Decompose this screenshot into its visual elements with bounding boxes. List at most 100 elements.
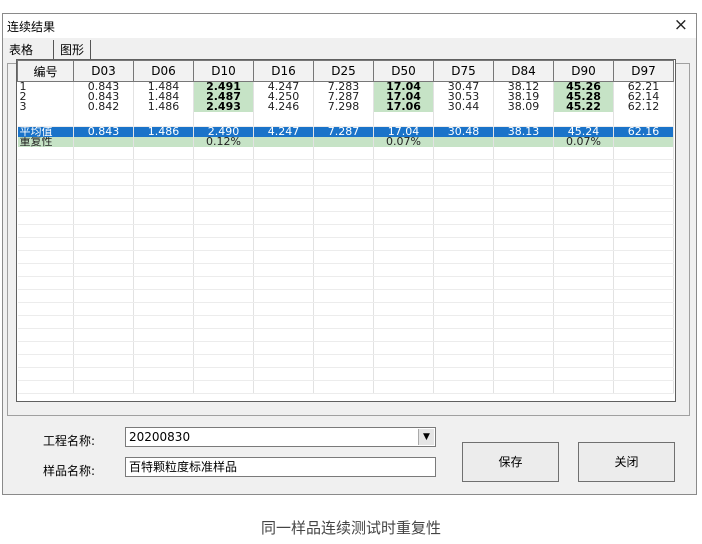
- empty-row: [17, 302, 674, 316]
- figure-caption: 同一样品连续测试时重复性: [260, 519, 441, 537]
- sample-name-field[interactable]: 百特颗粒度标准样品: [125, 457, 436, 477]
- empty-cell: [313, 328, 374, 342]
- chevron-down-icon[interactable]: ▼: [418, 429, 434, 445]
- empty-row: [17, 250, 674, 264]
- empty-cell: [553, 367, 614, 381]
- tab-chart[interactable]: 图形: [53, 40, 92, 61]
- table-cell: 17.04: [373, 126, 434, 137]
- empty-cell: [253, 250, 314, 264]
- table-cell: 38.09: [493, 102, 554, 112]
- col-header-d97[interactable]: D97: [613, 60, 674, 82]
- empty-cell: [133, 380, 194, 394]
- empty-cell: [193, 276, 254, 290]
- results-grid[interactable]: 编号 D03 D06 D10 D16 D25 D50 D75 D84 D90 D…: [16, 59, 676, 402]
- empty-cell: [433, 250, 494, 264]
- empty-cell: [373, 276, 434, 290]
- empty-cell: [253, 198, 314, 212]
- empty-cell: [613, 354, 674, 368]
- empty-cell: [133, 289, 194, 303]
- col-header-d75[interactable]: D75: [433, 60, 494, 82]
- average-row[interactable]: 平均值 0.843 1.486 2.490 4.247 7.287 17.04 30.48 38…: [17, 126, 674, 137]
- empty-cell: [193, 198, 254, 212]
- empty-cell: [253, 237, 314, 251]
- col-header-d90[interactable]: D90: [553, 60, 614, 82]
- empty-cell: [17, 367, 74, 381]
- table-cell: 0.07%: [373, 137, 434, 147]
- tab-table[interactable]: 表格: [5, 40, 38, 61]
- table-cell: 0.843: [73, 81, 134, 92]
- empty-cell: [193, 224, 254, 238]
- empty-cell: [193, 354, 254, 368]
- empty-cell: [373, 224, 434, 238]
- empty-cell: [553, 263, 614, 277]
- table-row[interactable]: 2 0.843 1.484 2.487 4.250 7.287 17.04 30.53 38.1…: [17, 92, 674, 102]
- empty-cell: [133, 263, 194, 277]
- empty-cell: [373, 380, 434, 394]
- table-cell: 7.298: [313, 102, 374, 112]
- empty-cell: [613, 237, 674, 251]
- empty-cell: [17, 185, 74, 199]
- empty-cell: [433, 380, 494, 394]
- table-cell: 38.19: [493, 92, 554, 102]
- table-cell: 1.484: [133, 92, 194, 102]
- empty-cell: [17, 315, 74, 329]
- empty-cell: [493, 289, 554, 303]
- table-cell: [493, 137, 554, 147]
- empty-cell: [493, 354, 554, 368]
- col-header-d10[interactable]: D10: [193, 60, 254, 82]
- table-row[interactable]: 3 0.842 1.486 2.493 4.246 7.298 17.06 30.44 38.0…: [17, 102, 674, 112]
- empty-cell: [373, 354, 434, 368]
- empty-cell: [73, 237, 134, 251]
- col-header-d84[interactable]: D84: [493, 60, 554, 82]
- empty-cell: [373, 172, 434, 186]
- empty-cell: [193, 237, 254, 251]
- col-header-d50[interactable]: D50: [373, 60, 434, 82]
- empty-cell: [73, 302, 134, 316]
- empty-cell: [313, 315, 374, 329]
- table-row[interactable]: 1 0.843 1.484 2.491 4.247 7.283 17.04 30.47 38.1…: [17, 81, 674, 92]
- col-header-d06[interactable]: D06: [133, 60, 194, 82]
- empty-row: [17, 276, 674, 290]
- col-header-d16[interactable]: D16: [253, 60, 314, 82]
- empty-cell: [133, 328, 194, 342]
- empty-cell: [253, 315, 314, 329]
- table-cell: 1.486: [133, 126, 194, 137]
- empty-cell: [17, 263, 74, 277]
- empty-cell: [613, 159, 674, 173]
- empty-cell: [313, 172, 374, 186]
- empty-row: [17, 380, 674, 394]
- col-header-d03[interactable]: D03: [73, 60, 134, 82]
- results-table: 编号 D03 D06 D10 D16 D25 D50 D75 D84 D90 D…: [17, 60, 674, 394]
- empty-cell: [433, 289, 494, 303]
- empty-cell: [553, 172, 614, 186]
- empty-cell: [253, 367, 314, 381]
- table-cell: 30.53: [433, 92, 494, 102]
- table-cell: 1.484: [133, 81, 194, 92]
- project-name-combo[interactable]: 20200830 ▼: [125, 427, 436, 447]
- empty-cell: [373, 211, 434, 225]
- empty-cell: [253, 147, 314, 160]
- sample-name-value: 百特颗粒度标准样品: [129, 460, 238, 474]
- empty-cell: [553, 302, 614, 316]
- empty-cell: [313, 380, 374, 394]
- empty-cell: [133, 172, 194, 186]
- empty-cell: [553, 159, 614, 173]
- empty-cell: [133, 112, 194, 127]
- table-cell: 38.13: [493, 126, 554, 137]
- close-icon[interactable]: ×: [674, 15, 688, 35]
- empty-cell: [253, 224, 314, 238]
- empty-cell: [373, 328, 434, 342]
- empty-cell: [253, 328, 314, 342]
- col-header-d25[interactable]: D25: [313, 60, 374, 82]
- table-cell: 7.283: [313, 81, 374, 92]
- close-button[interactable]: 关闭: [578, 442, 675, 482]
- empty-cell: [373, 198, 434, 212]
- empty-cell: [17, 224, 74, 238]
- save-button[interactable]: 保存: [462, 442, 559, 482]
- empty-cell: [313, 198, 374, 212]
- col-header-id[interactable]: 编号: [17, 60, 74, 82]
- table-cell: 0.842: [73, 102, 134, 112]
- table-cell: 0.12%: [193, 137, 254, 147]
- repeatability-row[interactable]: 重复性 0.12% 0.07% 0.07%: [17, 137, 674, 147]
- empty-cell: [253, 354, 314, 368]
